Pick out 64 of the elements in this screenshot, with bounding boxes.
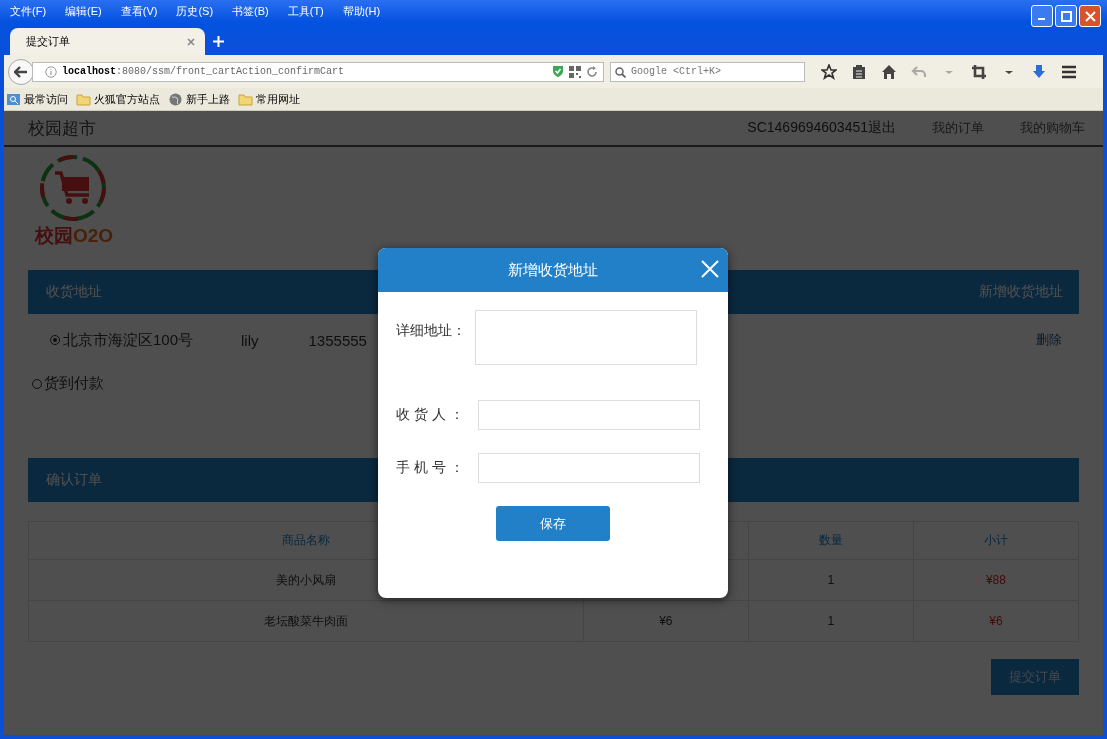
logo-text: 校园O2O (35, 224, 114, 248)
table-cell: 老坛酸菜牛肉面 (28, 600, 584, 642)
menu-icon[interactable] (1061, 63, 1077, 80)
menu-item[interactable]: 书签(B) (232, 4, 269, 19)
menu-item[interactable]: 历史(S) (176, 4, 214, 19)
globe-icon (168, 91, 183, 107)
column-header: 小计 (913, 521, 1079, 560)
bookmark-item[interactable]: 常用网址 (238, 91, 300, 107)
phone-number: 1355555 (308, 331, 367, 349)
field-label: 收 货 人 ： (396, 406, 465, 424)
table-cell: ¥88 (913, 559, 1079, 601)
download-icon[interactable] (1031, 63, 1047, 80)
maximize-icon (1060, 10, 1072, 22)
close-button[interactable] (700, 259, 720, 279)
close-icon[interactable] (187, 37, 195, 46)
clipboard-icon[interactable] (851, 63, 867, 80)
close-button[interactable] (1079, 5, 1101, 27)
address-bar[interactable]: localhost:8080/ssm/front_cartAction_confirmCart (32, 61, 604, 82)
folder-icon (76, 91, 91, 107)
bookmark-icon (6, 91, 21, 107)
table-cell: 1 (748, 559, 914, 601)
table-cell: ¥6 (583, 600, 749, 642)
section-title: 收货地址 (46, 283, 102, 301)
menu-item[interactable]: 帮助(H) (342, 4, 381, 19)
home-icon[interactable] (881, 63, 897, 80)
column-header: 数量 (748, 521, 914, 560)
table-cell: ¥6 (913, 600, 1079, 642)
shield-icon[interactable] (552, 65, 564, 78)
field-label: 详细地址： (396, 321, 467, 340)
save-button[interactable]: 保存 (496, 506, 610, 541)
qr-code-icon[interactable] (569, 65, 581, 78)
new-tab-icon[interactable] (213, 36, 224, 47)
menu-item[interactable]: 查看(V) (120, 4, 158, 19)
crop-icon[interactable] (971, 63, 987, 80)
url-text: localhost:8080/ssm/front_cartAction_confirmCart (62, 66, 346, 77)
payment-option-label: 货到付款 (44, 374, 104, 393)
field-label: 手 机 号 ： (396, 459, 465, 477)
recipient-name: lily (241, 331, 259, 349)
menu-item[interactable]: 编辑(E) (65, 4, 102, 19)
info-icon (45, 65, 57, 78)
maximize-button[interactable] (1055, 5, 1077, 27)
search-field[interactable]: Google <Ctrl+K> (610, 61, 805, 82)
reload-icon[interactable] (586, 65, 598, 78)
search-icon (615, 66, 626, 78)
dialog-title: 新增收货地址 (508, 260, 598, 280)
back-button[interactable] (8, 58, 34, 85)
site-title: 校园超市 (28, 117, 97, 140)
browser-tab[interactable]: 提交订单 (10, 28, 205, 55)
bookmark-item[interactable]: 最常访问 (6, 91, 68, 107)
table-cell: 1 (748, 600, 914, 642)
bookmark-star-icon[interactable] (821, 63, 837, 80)
minimize-button[interactable] (1031, 5, 1053, 27)
menu-item[interactable]: 工具(T) (287, 4, 324, 19)
menu-item[interactable]: 文件(F) (10, 4, 47, 19)
folder-icon (238, 91, 253, 107)
close-icon (1084, 10, 1096, 22)
input-field[interactable] (478, 400, 700, 430)
bookmark-item[interactable]: 新手上路 (168, 91, 230, 107)
input-field[interactable] (478, 453, 700, 483)
section-title: 确认订单 (46, 471, 102, 489)
back-arrow-icon (14, 65, 28, 78)
close-icon (700, 259, 720, 279)
bookmark-item[interactable]: 火狐官方站点 (76, 91, 160, 107)
address-text: 北京市海淀区100号 (63, 330, 194, 350)
